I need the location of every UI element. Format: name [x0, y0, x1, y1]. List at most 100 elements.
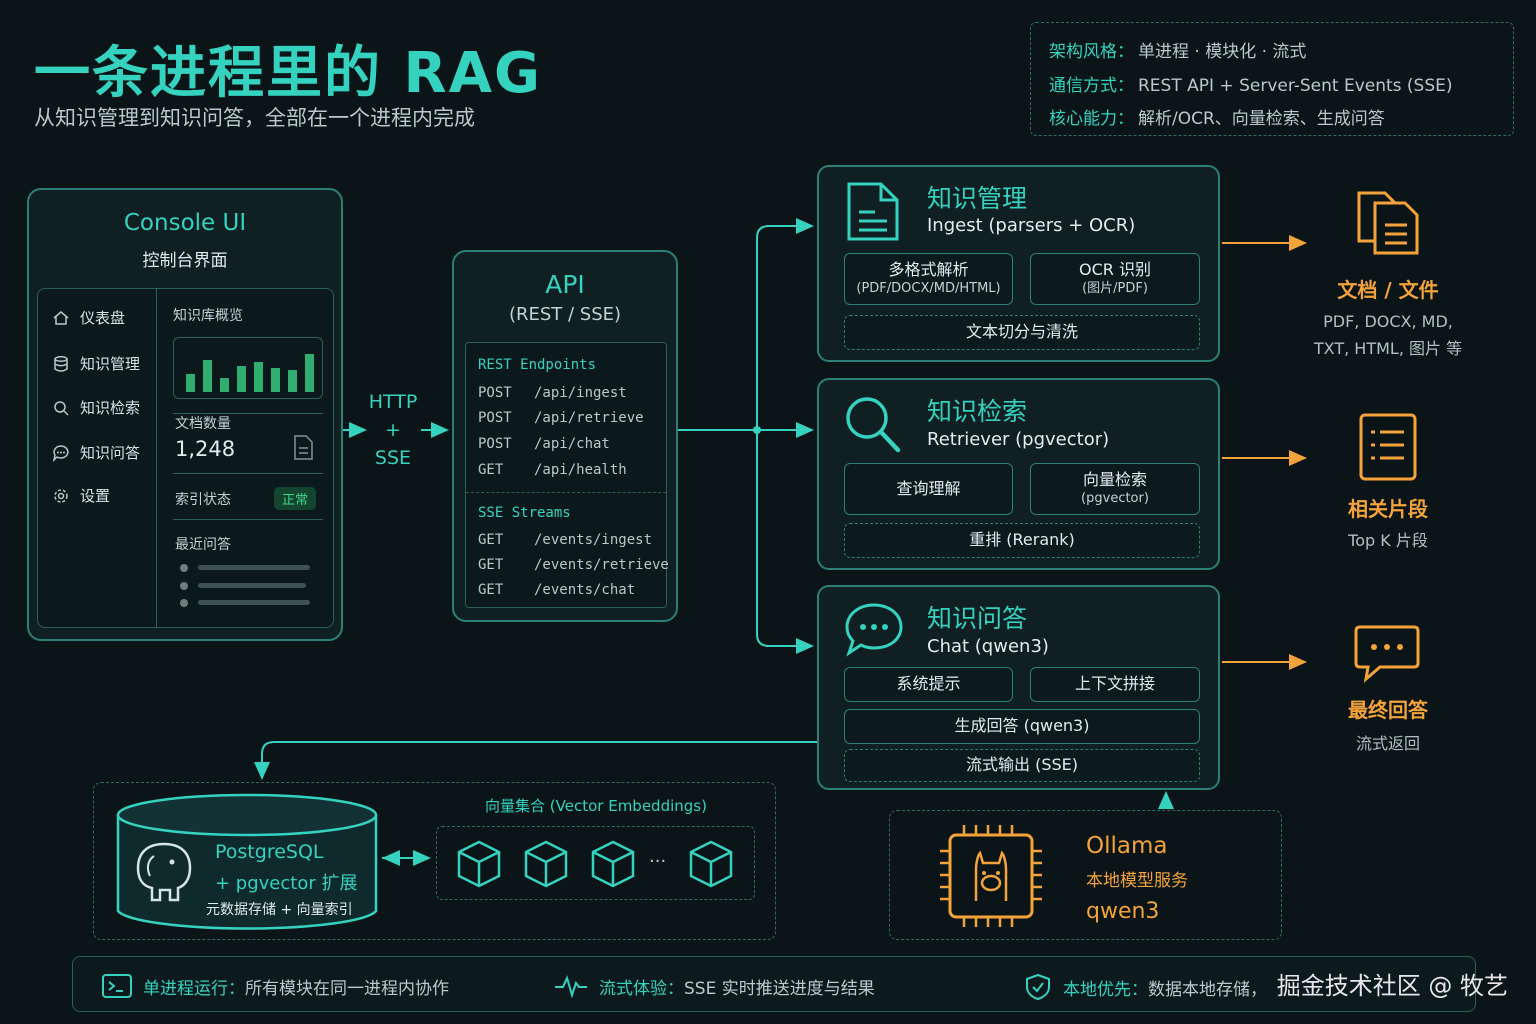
chat-bubble-icon — [845, 603, 903, 657]
console-ui-panel: Console UI 控制台界面 仪表盘 知识管理 知识检索 知识问答 设置 知… — [27, 188, 343, 641]
transport-label: HTTP + SSE — [364, 388, 422, 472]
cube-icon — [457, 840, 501, 888]
divider-2 — [173, 473, 323, 474]
stream-row[interactable]: GET/events/retrieve — [478, 557, 669, 573]
chip-ocr: OCR 识别 (图片/PDF) — [1030, 253, 1200, 305]
overview-label: 知识库概览 — [173, 308, 243, 324]
chat-subtitle: Chat (qwen3) — [927, 636, 1049, 657]
transport-plus: + — [385, 419, 401, 441]
overview-bar — [186, 374, 195, 392]
endpoint-divider — [466, 492, 666, 493]
output-snippets-title: 相关片段 — [1348, 497, 1428, 521]
chip-query-understanding: 查询理解 — [844, 463, 1013, 515]
output-answer-title: 最终回答 — [1348, 698, 1428, 722]
overview-bar — [254, 362, 263, 392]
db-name: PostgreSQL — [215, 841, 324, 863]
recent-qa-label: 最近问答 — [175, 537, 231, 553]
footer-bar: 单进程运行：所有模块在同一进程内协作 流式体验：SSE 实时推送进度与结果 本地… — [72, 956, 1476, 1012]
api-panel: API (REST / SSE) REST Endpoints POST/api… — [452, 250, 678, 622]
page-subtitle: 从知识管理到知识问答，全部在一个进程内完成 — [34, 106, 475, 130]
output-documents-title: 文档 / 文件 — [1337, 278, 1439, 302]
documents-icon — [1357, 191, 1419, 255]
endpoint-row[interactable]: POST/api/chat — [478, 436, 610, 452]
vector-ellipsis: ··· — [649, 851, 667, 872]
api-subtitle: (REST / SSE) — [508, 304, 622, 325]
doc-count-value: 1,248 — [175, 437, 236, 461]
document-icon — [294, 435, 313, 460]
vector-collection-label: 向量集合 (Vector Embeddings) — [485, 797, 707, 815]
search-icon — [54, 400, 69, 416]
console-window: 仪表盘 知识管理 知识检索 知识问答 设置 知识库概览 文档数量 1,248 索… — [37, 288, 334, 628]
retriever-title: 知识检索 — [927, 397, 1028, 426]
status-badge: 正常 — [274, 487, 317, 510]
overview-bar — [305, 354, 314, 392]
footer-item-single-process: 单进程运行：所有模块在同一进程内协作 — [101, 973, 449, 999]
transport-sse: SSE — [374, 447, 412, 469]
info-row-protocol: 通信方式： REST API + Server-Sent Events (SSE) — [1049, 76, 1453, 96]
recent-qa-list — [180, 564, 310, 607]
stream-row[interactable]: GET/events/chat — [478, 582, 635, 598]
chat-module: 知识问答 Chat (qwen3) 系统提示 上下文拼接 生成回答 (qwen3… — [817, 585, 1220, 790]
index-status-label: 索引状态 — [175, 492, 231, 508]
chip-llama-icon — [940, 825, 1042, 927]
ollama-model: qwen3 — [1086, 899, 1160, 924]
footer-item-streaming: 流式体验：SSE 实时推送进度与结果 — [553, 973, 875, 999]
postgresql-elephant-icon — [136, 842, 192, 902]
cube-icon — [524, 840, 568, 888]
endpoint-row[interactable]: GET/api/health — [478, 462, 627, 478]
stream-row[interactable]: GET/events/ingest — [478, 532, 652, 548]
info-row-capability: 核心能力： 解析/OCR、向量检索、生成问答 — [1049, 109, 1385, 129]
overview-bar — [237, 366, 246, 392]
chip-context-concat: 上下文拼接 — [1030, 667, 1200, 702]
chip-generate-answer: 生成回答 (qwen3) — [844, 709, 1200, 744]
sidebar-item-knowledge-search[interactable]: 知识检索 — [52, 397, 140, 418]
endpoint-row[interactable]: POST/api/retrieve — [478, 410, 644, 426]
snippet-list-icon — [1359, 413, 1417, 481]
console-title: Console UI — [123, 210, 247, 236]
transport-http: HTTP — [368, 391, 418, 413]
output-documents-desc: PDF, DOCX, MD, TXT, HTML, 图片 等 — [1313, 312, 1463, 359]
ingest-subtitle: Ingest (parsers + OCR) — [927, 215, 1136, 236]
storage-group: PostgreSQL + pgvector 扩展 元数据存储 + 向量索引 向量… — [93, 782, 776, 940]
api-endpoint-list: REST Endpoints POST/api/ingest POST/api/… — [465, 342, 669, 608]
api-title: API — [545, 270, 585, 299]
endpoint-row[interactable]: POST/api/ingest — [478, 385, 627, 401]
ollama-subtitle: 本地模型服务 — [1086, 871, 1188, 891]
rest-endpoints-header: REST Endpoints — [478, 357, 597, 373]
gear-icon — [54, 488, 68, 503]
overview-bar — [271, 368, 280, 392]
chip-multi-format-parse: 多格式解析 (PDF/DOCX/MD/HTML) — [844, 253, 1013, 305]
terminal-icon — [102, 974, 132, 998]
chip-system-prompt: 系统提示 — [844, 667, 1013, 702]
page-title: 一条进程里的 RAG — [34, 41, 542, 106]
document-icon — [847, 182, 899, 241]
divider-3 — [173, 519, 323, 520]
cube-icon — [689, 840, 733, 888]
ingest-title: 知识管理 — [927, 184, 1028, 213]
sidebar-item-settings[interactable]: 设置 — [52, 485, 110, 506]
sidebar-item-knowledge-qa[interactable]: 知识问答 — [52, 442, 140, 463]
cube-icon — [591, 840, 635, 888]
overview-bar-chart — [186, 354, 314, 392]
info-row-style: 架构风格： 单进程 · 模块化 · 流式 — [1049, 42, 1307, 62]
answer-bubble-icon — [1354, 625, 1420, 683]
retriever-module: 知识检索 Retriever (pgvector) 查询理解 向量检索 (pgve… — [817, 378, 1220, 570]
overview-chart — [173, 337, 323, 399]
search-icon — [846, 397, 901, 453]
shield-icon — [1026, 973, 1050, 1001]
sse-streams-header: SSE Streams — [478, 505, 571, 521]
db-description: 元数据存储 + 向量索引 — [206, 902, 353, 918]
sidebar-item-knowledge-manage[interactable]: 知识管理 — [52, 353, 140, 374]
console-divider — [156, 289, 157, 627]
doc-count-label: 文档数量 — [175, 416, 231, 432]
db-extension: + pgvector 扩展 — [215, 873, 358, 894]
sidebar-item-dashboard[interactable]: 仪表盘 — [52, 307, 125, 328]
overview-bar — [203, 360, 212, 392]
chat-title: 知识问答 — [927, 604, 1028, 633]
overview-bar — [220, 378, 229, 392]
ingest-module: 知识管理 Ingest (parsers + OCR) 多格式解析 (PDF/DO… — [817, 165, 1220, 362]
output-snippets-desc: Top K 片段 — [1348, 531, 1428, 550]
database-icon — [54, 355, 68, 372]
chip-vector-search: 向量检索 (pgvector) — [1030, 463, 1200, 515]
overview-bar — [288, 370, 297, 392]
